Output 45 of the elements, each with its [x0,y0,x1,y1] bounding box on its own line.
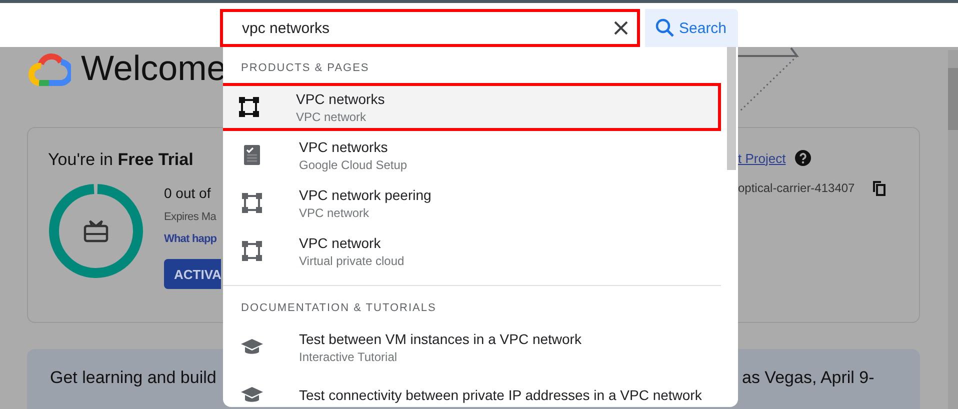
trial-title: You're in Free Trial [48,150,194,170]
project-link[interactable]: t Project [738,150,786,166]
project-id: optical-carrier-413407 [738,181,855,195]
search-icon [655,18,675,38]
search-result[interactable]: VPC network Virtual private cloud [223,227,721,275]
result-title: VPC network [299,234,382,250]
section-heading: DOCUMENTATION & TUTORIALS [240,302,438,316]
result-subtitle: Interactive Tutorial [299,350,398,364]
network-icon [238,97,260,117]
search-result[interactable]: Test between VM instances in a VPC network Interactive Tutorial [223,323,738,371]
result-title: VPC networks [296,90,385,106]
copy-icon[interactable] [872,180,886,196]
search-result[interactable]: Test connectivity between private IP addresses in a VPC network [223,371,738,407]
result-subtitle: Google Cloud Setup [299,158,408,172]
result-title: VPC network peering [299,186,432,202]
result-title: VPC networks [299,138,389,154]
search-button[interactable]: Search [645,9,738,47]
result-subtitle: VPC network [296,110,368,124]
decoration-line-drawing [738,47,800,113]
help-icon[interactable] [794,150,811,166]
network-icon [241,241,263,261]
faq-link[interactable]: What happ [164,233,217,245]
activate-button[interactable]: ACTIVA [164,259,221,289]
cloud-logo-icon [27,52,71,88]
banner-text: as Vegas, April 9- [742,368,874,389]
scrollbar[interactable] [727,47,736,170]
credit-text: 0 out of [164,185,211,201]
result-title: Test between VM instances in a VPC network [299,330,582,346]
scrollbar[interactable] [948,50,958,409]
banner-text: Get learning and build [49,368,218,389]
checklist-icon [241,144,263,166]
result-title: Test connectivity between private IP addresses in a VPC network [299,387,702,403]
search-result[interactable]: VPC networks VPC network [223,83,721,131]
close-icon[interactable] [614,21,628,35]
search-result[interactable]: VPC network peering VPC network [223,179,721,227]
result-subtitle: VPC network [299,206,370,220]
network-icon [241,193,263,213]
search-field[interactable]: vpc networks [220,9,640,47]
gift-card-icon [83,219,109,243]
graduation-cap-icon [241,338,263,356]
section-heading: PRODUCTS & PAGES [240,62,370,76]
search-result[interactable]: VPC networks Google Cloud Setup [223,131,721,179]
result-subtitle: Virtual private cloud [299,254,404,268]
expiry-text: Expires Ma [164,211,216,223]
graduation-cap-icon [241,386,263,404]
